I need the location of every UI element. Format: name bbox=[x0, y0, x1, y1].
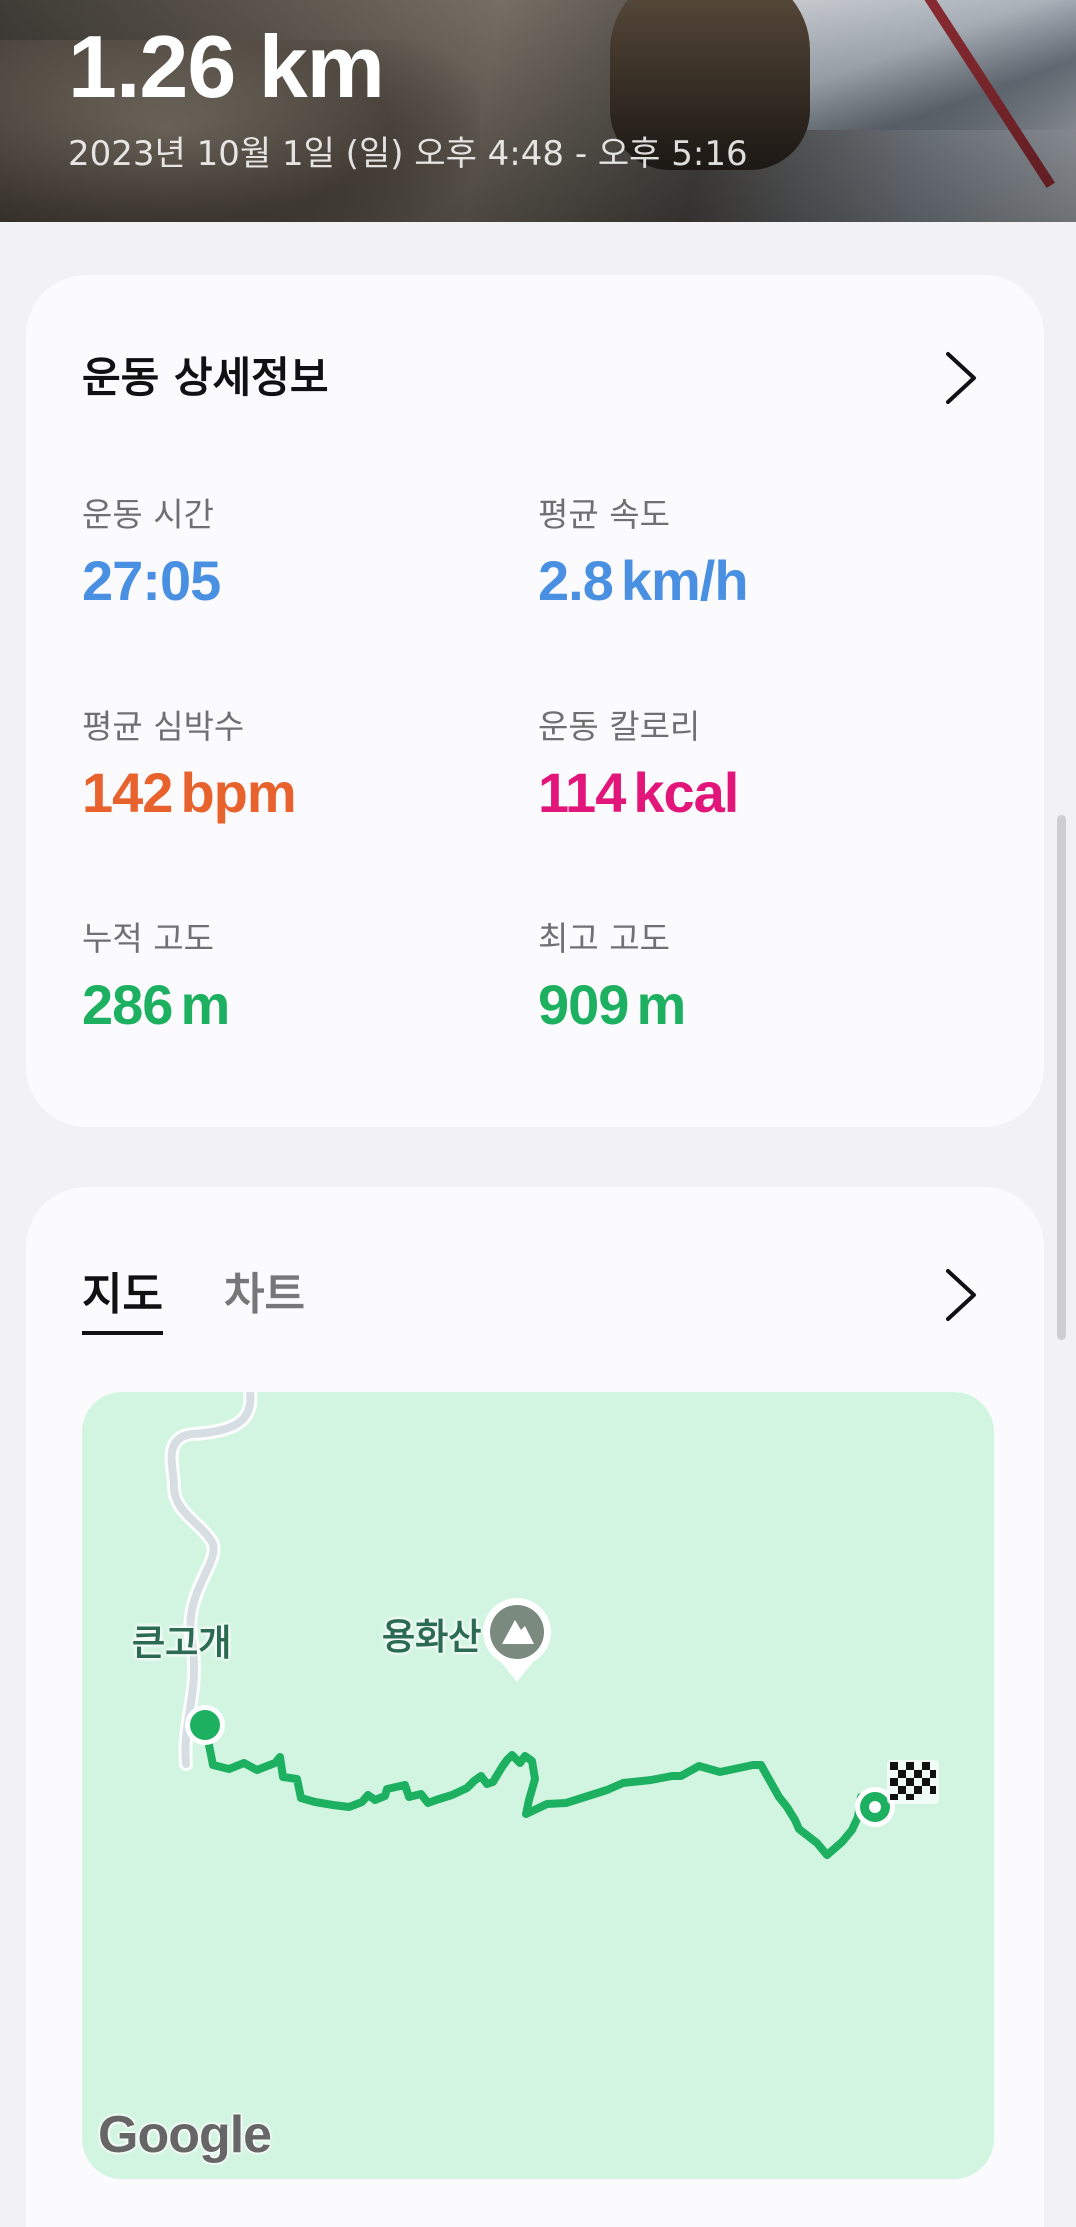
google-logo: Google bbox=[98, 2106, 272, 2164]
metric-value: 114 kcal bbox=[538, 761, 739, 824]
metric-value: 909 m bbox=[538, 973, 686, 1036]
workout-date-range: 2023년 10월 1일 (일) 오후 4:48 - 오후 5:16 bbox=[68, 134, 748, 174]
tab-map[interactable]: 지도 bbox=[82, 1267, 163, 1335]
metric-max-elevation: 최고 고도 909 m bbox=[538, 919, 958, 1035]
metric-label: 운동 시간 bbox=[82, 495, 214, 534]
route-line bbox=[201, 1721, 865, 1859]
scrollbar[interactable] bbox=[1057, 815, 1066, 1340]
route-map-canvas bbox=[164, 1392, 939, 1859]
metric-label: 운동 칼로리 bbox=[538, 707, 701, 746]
metric-value: 286 m bbox=[82, 973, 230, 1036]
metric-elevation-gain: 누적 고도 286 m bbox=[82, 919, 502, 1035]
metric-value: 27:05 bbox=[82, 549, 221, 612]
hero-banner: 1.26 km 2023년 10월 1일 (일) 오후 4:48 - 오후 5:… bbox=[0, 0, 1076, 222]
metric-label: 평균 심박수 bbox=[82, 707, 245, 746]
metric-calories: 운동 칼로리 114 kcal bbox=[538, 707, 958, 823]
route-map[interactable]: 큰고개 용화산 Google bbox=[82, 1392, 994, 2179]
mountain-pin-icon bbox=[483, 1598, 551, 1682]
chevron-right-icon[interactable] bbox=[944, 1267, 978, 1323]
finish-flag-icon bbox=[887, 1760, 939, 1804]
workout-details-card[interactable]: 운동 상세정보 운동 시간 27:05 평균 속도 2.8 km/h 평균 심박수… bbox=[26, 275, 1044, 1127]
place-label-mountain: 용화산 bbox=[382, 1617, 482, 1658]
metric-duration: 운동 시간 27:05 bbox=[82, 495, 502, 611]
metric-value: 142 bpm bbox=[82, 761, 297, 824]
details-title: 운동 상세정보 bbox=[82, 353, 329, 402]
place-label-pass: 큰고개 bbox=[132, 1623, 232, 1664]
tab-chart[interactable]: 차트 bbox=[224, 1267, 305, 1323]
chevron-right-icon[interactable] bbox=[944, 350, 978, 406]
metric-label: 최고 고도 bbox=[538, 919, 670, 958]
metric-avg-speed: 평균 속도 2.8 km/h bbox=[538, 495, 958, 611]
total-distance: 1.26 km bbox=[68, 17, 385, 116]
metric-avg-heart-rate: 평균 심박수 142 bpm bbox=[82, 707, 502, 823]
metric-label: 누적 고도 bbox=[82, 919, 214, 958]
map-chart-card: 지도 차트 큰고개 용화산 Google bbox=[26, 1187, 1044, 2227]
metric-label: 평균 속도 bbox=[538, 495, 670, 534]
metric-value: 2.8 km/h bbox=[538, 549, 749, 612]
